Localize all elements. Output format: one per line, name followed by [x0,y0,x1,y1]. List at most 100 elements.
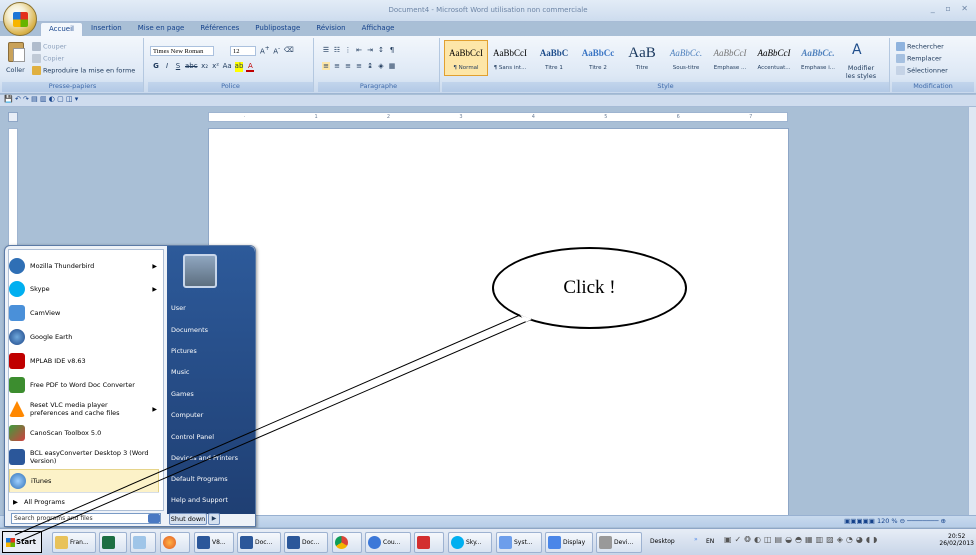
font-color-icon[interactable]: A [246,62,255,72]
tab-mise-en-page[interactable]: Mise en page [130,22,193,36]
program-camview[interactable]: CamView [9,301,159,325]
format-painter-button[interactable]: Reproduire la mise en forme [32,66,135,75]
borders-icon[interactable]: ▦ [388,62,396,70]
place-help-support[interactable]: Help and Support [171,496,253,504]
style-emphase-intense[interactable]: AaBbCc. Emphase i... [796,40,840,76]
horizontal-ruler[interactable]: · 1 2 3 4 5 6 7 [208,112,788,122]
font-size-select[interactable]: 12 [230,46,256,56]
font-name-select[interactable]: Times New Roman [150,46,214,56]
tab-revision[interactable]: Révision [308,22,353,36]
zoom-control[interactable]: ▣▣▣▣▣ 120 % ⊖ ──────── ⊕ [844,517,946,525]
taskbar-button-v8[interactable]: V8... [194,532,234,553]
change-styles-icon[interactable]: A [852,42,862,58]
program-canoscan[interactable]: CanoScan Toolbox 5.0 [9,421,159,445]
paste-icon[interactable] [8,42,25,62]
multilevel-icon[interactable]: ⋮ [344,46,352,54]
line-spacing-icon[interactable]: ↨ [366,62,374,70]
user-avatar[interactable] [183,254,217,288]
taskbar-button-firefox[interactable] [160,532,190,553]
tab-accueil[interactable]: Accueil [40,22,83,36]
style-titre-2[interactable]: AaBbCc Titre 2 [576,40,620,76]
style-sans-interligne[interactable]: AaBbCcI ¶ Sans int... [488,40,532,76]
list-row[interactable]: ☰ ☷ ⋮ ⇤ ⇥ ↕ ¶ [322,46,396,54]
copy-button[interactable]: Copier [32,54,64,63]
strikethrough-icon[interactable]: abc [185,62,198,72]
style-accentuation[interactable]: AaBbCcI Accentuat... [752,40,796,76]
taskbar-button-fran[interactable]: Fran... [52,532,96,553]
language-indicator[interactable]: EN [706,538,714,545]
replace-button[interactable]: Remplacer [896,54,942,63]
place-user[interactable]: User [171,304,253,312]
shading-icon[interactable]: ◈ [377,62,385,70]
increase-indent-icon[interactable]: ⇥ [366,46,374,54]
place-control-panel[interactable]: Control Panel [171,433,253,441]
office-button[interactable] [3,2,37,36]
taskbar-button-skype[interactable]: Sky... [448,532,492,553]
program-mplab[interactable]: MPLAB IDE v8.63 [9,349,159,373]
taskbar-button-system[interactable]: Syst... [496,532,542,553]
place-pictures[interactable]: Pictures [171,347,253,355]
align-row[interactable]: ≡ ≡ ≡ ≡ ↨ ◈ ▦ [322,62,396,70]
tab-affichage[interactable]: Affichage [354,22,403,36]
program-thunderbird[interactable]: Mozilla Thunderbird ▶ [9,254,159,278]
taskbar-button-display[interactable]: Display [545,532,593,553]
cut-button[interactable]: Couper [32,42,66,51]
taskbar-button-acrobat[interactable] [414,532,444,553]
superscript-icon[interactable]: x² [212,62,220,72]
tray-icons[interactable]: ▣✓❂◐◫▤◒◓▦▥▨◈◔◕◖◗ [724,535,880,544]
program-itunes[interactable]: iTunes [9,469,159,493]
change-case-icon[interactable]: Aa [223,62,232,72]
all-programs[interactable]: ▶ All Programs [9,492,159,512]
place-games[interactable]: Games [171,390,253,398]
style-normal[interactable]: AaBbCcI ¶ Normal [444,40,488,76]
place-music[interactable]: Music [171,368,253,376]
style-titre-1[interactable]: AaBbC Titre 1 [532,40,576,76]
sort-icon[interactable]: ↕ [377,46,385,54]
shutdown-options-icon[interactable]: ▶ [208,513,220,525]
numbering-icon[interactable]: ☷ [333,46,341,54]
taskbar-button-doc-1[interactable]: Doc... [237,532,281,553]
show-more-icon[interactable]: » [694,536,698,543]
pilcrow-icon[interactable]: ¶ [388,46,396,54]
clock[interactable]: 20:52 26/02/2013 [939,533,974,547]
tab-references[interactable]: Références [192,22,247,36]
place-default-programs[interactable]: Default Programs [171,475,253,483]
align-right-icon[interactable]: ≡ [344,62,352,70]
font-grow-shrink[interactable]: A+ A- ⌫ [260,46,294,55]
bold-icon[interactable]: G [152,62,160,72]
desktop-toolbar[interactable]: Desktop [650,538,675,545]
find-button[interactable]: Rechercher [896,42,944,51]
start-search-input[interactable]: Search programs and files [11,513,161,524]
taskbar-button-cou[interactable]: Cou... [365,532,411,553]
quick-access-toolbar[interactable]: 💾 ↶ ↷ ▤ ▥ ◐ ▢ ◫ ▾ [0,95,976,107]
search-icon[interactable] [148,514,160,523]
program-vlc-reset[interactable]: Reset VLC media player preferences and c… [9,397,159,421]
paste-button[interactable]: Coller [6,66,25,74]
tab-publipostage[interactable]: Publipostage [247,22,308,36]
tab-insertion[interactable]: Insertion [83,22,130,36]
start-button[interactable]: Start [2,531,42,553]
taskbar-button-notepad[interactable] [130,532,156,553]
align-center-icon[interactable]: ≡ [333,62,341,70]
change-styles-button[interactable]: Modifier les styles [843,64,879,80]
select-button[interactable]: Sélectionner [896,66,948,75]
place-computer[interactable]: Computer [171,411,253,419]
vertical-scrollbar[interactable] [968,107,976,515]
highlight-icon[interactable]: ab [234,62,244,72]
style-titre[interactable]: AaB Titre [620,40,664,76]
taskbar-button-doc-2[interactable]: Doc... [284,532,328,553]
decrease-indent-icon[interactable]: ⇤ [355,46,363,54]
program-skype[interactable]: Skype ▶ [9,277,159,301]
program-pdf-converter[interactable]: Free PDF to Word Doc Converter [9,373,159,397]
program-bcl-converter[interactable]: BCL easyConverter Desktop 3 (Word Versio… [9,445,159,469]
taskbar-button-devices[interactable]: Devi... [596,532,642,553]
font-format-row[interactable]: G I S abc x₂ x² Aa ab A [152,62,255,72]
align-left-icon[interactable]: ≡ [322,62,330,70]
place-devices-printers[interactable]: Devices and Printers [171,454,253,462]
tab-selector[interactable] [8,112,18,122]
taskbar-button-chrome[interactable] [332,532,362,553]
bullets-icon[interactable]: ☰ [322,46,330,54]
place-documents[interactable]: Documents [171,326,253,334]
style-sous-titre[interactable]: AaBbCc. Sous-titre [664,40,708,76]
program-google-earth[interactable]: Google Earth [9,325,159,349]
